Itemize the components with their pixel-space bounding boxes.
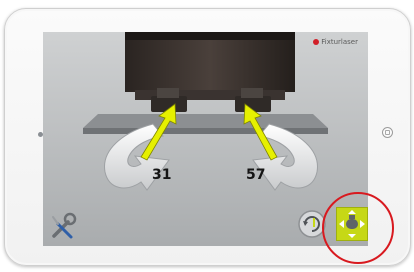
home-button[interactable]: [382, 127, 393, 138]
right-adjust-value: 57: [246, 167, 266, 183]
brand-name: Fixturlaser: [321, 38, 358, 46]
tools-button[interactable]: [45, 208, 83, 244]
right-foot-bolt: [241, 88, 263, 98]
motor-body: [125, 32, 295, 92]
highlight-circle: [322, 192, 394, 264]
base-plate: [83, 114, 328, 128]
motor-top-band: [125, 32, 295, 40]
app-screen: Fixturlaser 31 57: [43, 32, 368, 246]
wrench-screwdriver-icon: [52, 212, 77, 239]
left-foot-bolt: [157, 88, 179, 98]
brand-logo: Fixturlaser: [313, 38, 358, 46]
brand-dot-icon: [313, 39, 320, 45]
left-adjust-value: 31: [152, 167, 172, 183]
